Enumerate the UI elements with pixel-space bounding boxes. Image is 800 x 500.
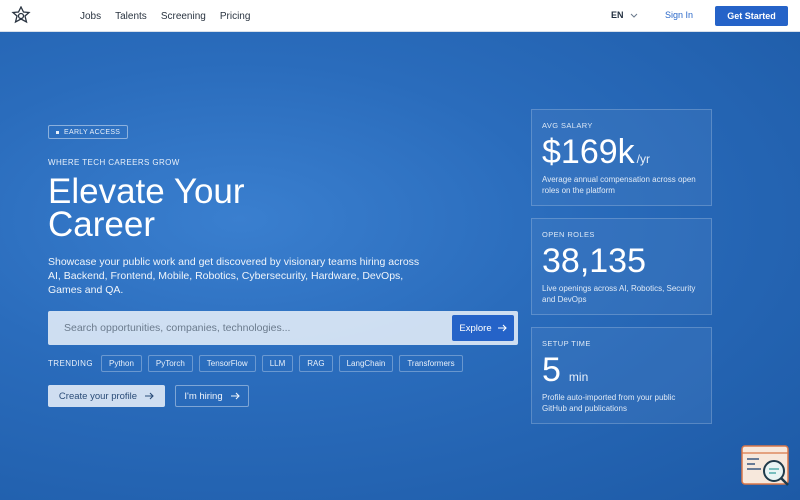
stat-card-open-roles: OPEN ROLES 38,135 Live openings across A… — [531, 218, 712, 315]
stat-value: 5 min — [542, 352, 588, 395]
stat-number: 5 — [542, 351, 561, 389]
stat-number: $169k — [542, 133, 635, 171]
stat-value: $169k/yr — [542, 134, 650, 177]
top-navbar: Jobs Talents Screening Pricing EN Sign I… — [0, 0, 800, 32]
tag-rag[interactable]: RAG — [299, 355, 333, 372]
explore-button[interactable]: Explore — [452, 315, 514, 341]
stat-note: Average annual compensation across open … — [542, 175, 696, 195]
nav-talents[interactable]: Talents — [115, 11, 147, 22]
im-hiring-label: I'm hiring — [184, 390, 223, 402]
nav-pricing[interactable]: Pricing — [220, 11, 251, 22]
stat-card-setup-time: SETUP TIME 5 min Profile auto-imported fr… — [531, 327, 712, 424]
badge-dot-icon — [56, 130, 59, 134]
nav-screening[interactable]: Screening — [161, 11, 206, 22]
arrow-right-icon — [145, 392, 154, 400]
create-profile-button[interactable]: Create your profile — [48, 385, 165, 407]
main-nav: Jobs Talents Screening Pricing — [80, 0, 264, 32]
stat-note: Live openings across AI, Robotics, Secur… — [542, 284, 696, 304]
stat-note: Profile auto-imported from your public G… — [542, 393, 676, 413]
tag-pytorch[interactable]: PyTorch — [147, 355, 193, 372]
hero-description: Showcase your public work and get discov… — [48, 256, 420, 296]
chevron-down-icon — [630, 13, 637, 18]
nav-jobs[interactable]: Jobs — [80, 11, 101, 22]
stat-label: SETUP TIME — [542, 339, 591, 348]
stat-unit: /yr — [636, 152, 650, 166]
badge-label: EARLY ACCESS — [64, 128, 121, 136]
tag-python[interactable]: Python — [100, 355, 142, 372]
create-profile-label: Create your profile — [58, 390, 138, 402]
explore-label: Explore — [459, 322, 492, 334]
arrow-right-icon — [230, 392, 240, 400]
language-label: EN — [611, 10, 624, 20]
early-access-badge: EARLY ACCESS — [48, 125, 129, 139]
arrow-right-icon — [497, 324, 507, 332]
stat-number: 38,135 — [542, 242, 646, 280]
tag-llm[interactable]: LLM — [261, 355, 294, 372]
get-started-button[interactable]: Get Started — [715, 6, 788, 26]
tag-langchain[interactable]: LangChain — [338, 355, 394, 372]
stat-value: 38,135 — [542, 243, 646, 279]
hero-eyebrow: WHERE TECH CAREERS GROW — [48, 158, 180, 167]
im-hiring-button[interactable]: I'm hiring — [175, 385, 249, 407]
sign-in-link[interactable]: Sign In — [665, 10, 693, 20]
hero-headline: Elevate Your Career — [48, 174, 348, 244]
stat-unit: min — [568, 370, 589, 384]
language-selector[interactable]: EN — [611, 10, 638, 20]
assistant-widget-icon[interactable] — [741, 445, 791, 487]
stat-label: OPEN ROLES — [542, 230, 595, 239]
trending-label: TRENDING — [48, 359, 93, 368]
logo-icon[interactable] — [11, 6, 31, 26]
headline-line-2: Career — [48, 205, 155, 244]
trending-tags: TRENDING Python PyTorch TensorFlow LLM R… — [48, 355, 469, 372]
search-input[interactable] — [64, 320, 434, 336]
tag-transformers[interactable]: Transformers — [399, 355, 463, 372]
stat-card-salary: AVG SALARY $169k/yr Average annual compe… — [531, 109, 712, 206]
tag-tensorflow[interactable]: TensorFlow — [198, 355, 256, 372]
stat-label: AVG SALARY — [542, 121, 593, 130]
search-bar: Explore — [48, 311, 518, 345]
